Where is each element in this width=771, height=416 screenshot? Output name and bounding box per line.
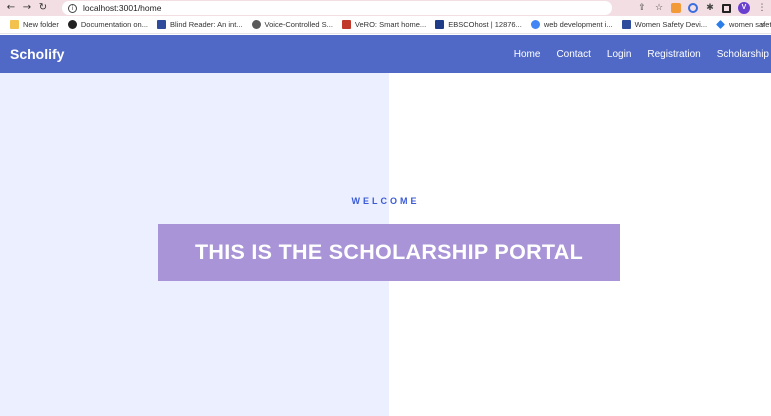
extension-ring-icon[interactable] [688,3,698,13]
bookmark-item[interactable]: Voice-Controlled S... [251,20,333,29]
share-icon[interactable]: ⇪ [637,3,647,13]
reload-icon[interactable]: ↻ [35,0,51,16]
bookmark-item[interactable]: EBSCOhost | 12876... [435,20,522,29]
github-icon [67,20,77,29]
nav-link-home[interactable]: Home [514,49,541,60]
welcome-label: WELCOME [351,196,420,206]
forward-arrow-icon[interactable]: → [19,0,35,16]
site-icon [251,20,261,29]
hero-banner: THIS IS THE SCHOLARSHIP PORTAL [158,224,620,281]
browser-actions: ⇪ ☆ ✱ V ⋮ [637,0,767,16]
nav-menu: Home Contact Login Registration Scholars… [498,35,769,73]
bookmark-item[interactable]: VeRO: Smart home... [341,20,426,29]
extensions-puzzle-icon[interactable]: ✱ [705,3,715,13]
hero-title: THIS IS THE SCHOLARSHIP PORTAL [194,240,584,264]
metamask-extension-icon[interactable] [671,3,681,13]
bookmark-item[interactable]: web development i... [530,20,613,29]
bookmark-item[interactable]: Women Safety Devi... [621,20,707,29]
ieee-icon [156,20,166,29]
site-icon [341,20,351,29]
back-arrow-icon[interactable]: ← [3,0,19,16]
nav-link-contact[interactable]: Contact [556,49,590,60]
url-text: localhost:3001/home [83,3,162,13]
ieee-icon [621,20,631,29]
google-icon [530,20,540,29]
bookmark-item[interactable]: New folder [10,20,59,29]
nav-link-registration[interactable]: Registration [647,49,700,60]
more-menu-icon[interactable]: ⋮ [757,3,767,13]
browser-toolbar: ← → ↻ i localhost:3001/home ⇪ ☆ ✱ V ⋮ [0,0,771,16]
address-bar[interactable]: i localhost:3001/home [62,1,612,15]
nav-link-scholarship[interactable]: Scholarship [717,49,769,60]
star-icon[interactable]: ☆ [654,3,664,13]
sidepanel-icon[interactable] [722,3,731,13]
bookmark-item[interactable]: Documentation on... [67,20,148,29]
profile-avatar[interactable]: V [738,2,750,14]
app-navbar: Scholify Home Contact Login Registration… [0,35,771,73]
info-icon[interactable]: i [68,3,77,13]
bookmark-item[interactable]: Blind Reader: An int... [156,20,243,29]
ebsco-icon [435,20,445,29]
folder-icon [10,20,19,29]
bookmarks-bar: New folder Documentation on... Blind Rea… [0,16,771,34]
nav-link-login[interactable]: Login [607,49,631,60]
bookmarks-overflow-icon[interactable]: » [761,16,765,34]
brand-logo[interactable]: Scholify [10,46,64,62]
diamond-icon [716,20,725,29]
